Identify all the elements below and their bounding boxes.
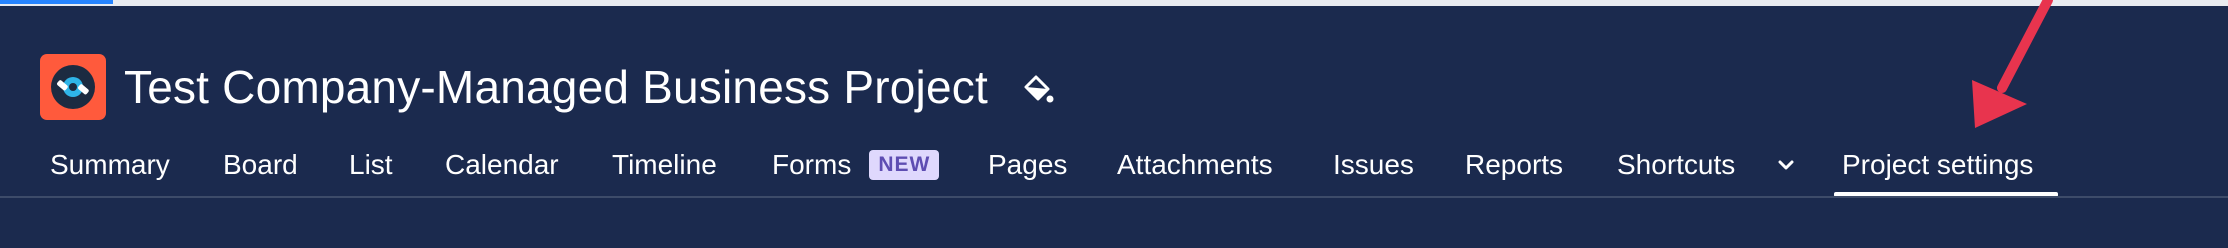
loading-bar — [0, 0, 113, 4]
tab-calendar[interactable]: Calendar — [445, 134, 559, 196]
chevron-down-icon[interactable] — [1771, 134, 1801, 196]
tab-label: Calendar — [445, 149, 559, 180]
new-badge: NEW — [869, 150, 940, 180]
project-header: Test Company-Managed Business Project — [40, 54, 1054, 120]
annotation-arrow-icon — [1972, 0, 2053, 128]
tab-label: Issues — [1333, 149, 1414, 180]
tab-label: Pages — [988, 149, 1068, 180]
project-avatar-icon — [51, 65, 95, 109]
loading-bar-track — [0, 0, 2228, 6]
tab-label: Forms — [772, 149, 852, 180]
tab-shortcuts[interactable]: Shortcuts — [1617, 134, 1735, 196]
project-title: Test Company-Managed Business Project — [124, 61, 988, 113]
tab-timeline[interactable]: Timeline — [612, 134, 717, 196]
tab-label: Shortcuts — [1617, 149, 1736, 180]
tab-forms[interactable]: Forms NEW — [772, 134, 940, 196]
tab-summary[interactable]: Summary — [50, 134, 170, 196]
tab-label: Reports — [1465, 149, 1564, 180]
tab-board[interactable]: Board — [223, 134, 298, 196]
tab-pages[interactable]: Pages — [988, 134, 1067, 196]
tab-label: Attachments — [1117, 149, 1273, 180]
tab-label: List — [349, 149, 393, 180]
tab-label: Summary — [50, 149, 170, 180]
tab-label: Timeline — [612, 149, 717, 180]
project-nav: Summary Board List Calendar Timeline For… — [0, 134, 2228, 197]
tab-issues[interactable]: Issues — [1333, 134, 1414, 196]
tab-label: Board — [223, 149, 298, 180]
tab-project-settings[interactable]: Project settings — [1842, 134, 2033, 196]
project-avatar[interactable] — [40, 54, 106, 120]
tab-reports[interactable]: Reports — [1465, 134, 1563, 196]
paint-bucket-icon[interactable] — [1022, 73, 1054, 107]
tab-attachments[interactable]: Attachments — [1117, 134, 1273, 196]
nav-divider — [0, 196, 2228, 198]
tab-list[interactable]: List — [349, 134, 393, 196]
tab-label: Project settings — [1842, 149, 2034, 180]
